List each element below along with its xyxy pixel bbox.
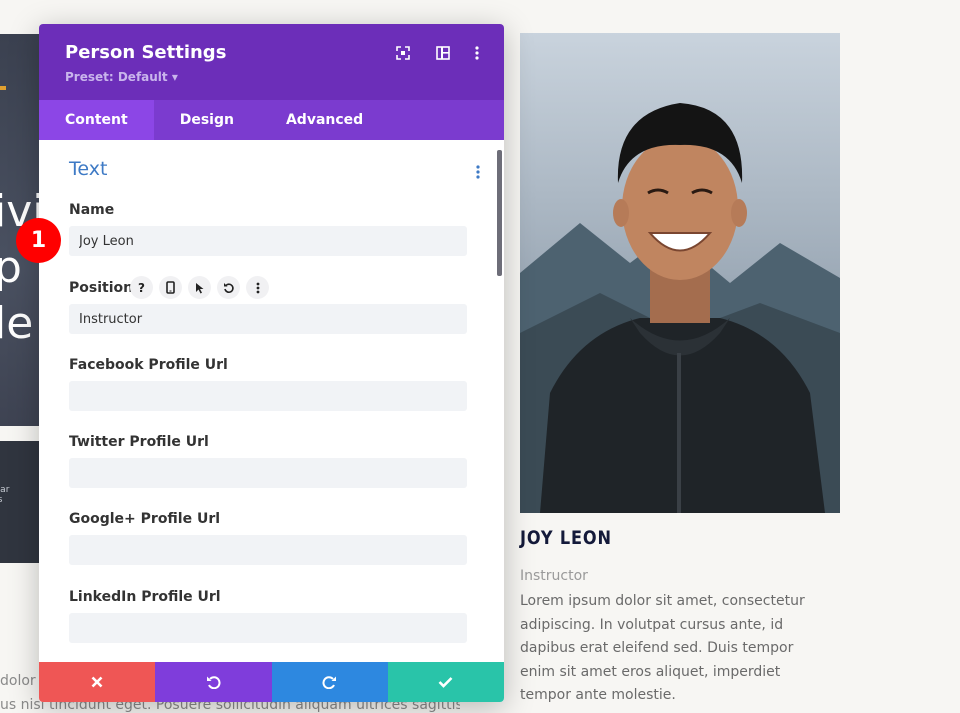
modal-title: Person Settings	[65, 42, 227, 63]
linkedin-url-input[interactable]	[69, 613, 467, 643]
name-label: Name	[69, 202, 115, 218]
person-position-text: Instructor	[520, 568, 588, 584]
step-number-badge: 1	[16, 218, 61, 263]
close-icon	[91, 676, 103, 688]
more-vertical-icon[interactable]	[467, 43, 487, 63]
bar-text-fragment: Bar rs e	[0, 485, 10, 505]
redo-icon	[322, 676, 337, 689]
linkedin-url-label: LinkedIn Profile Url	[69, 589, 221, 605]
more-vertical-icon[interactable]	[246, 276, 269, 299]
settings-tabs: Content Design Advanced	[39, 100, 504, 140]
focus-icon[interactable]	[393, 43, 413, 63]
modal-footer	[39, 662, 504, 702]
undo-icon	[206, 676, 221, 689]
cancel-button[interactable]	[39, 662, 156, 702]
modal-body: Text Name Position ? Facebook Profile Ur…	[39, 140, 504, 662]
section-title-text[interactable]: Text	[69, 158, 107, 180]
name-input[interactable]	[69, 226, 467, 256]
person-name-heading: JOY LEON	[520, 527, 612, 549]
position-field-tools: ?	[130, 276, 269, 299]
facebook-url-input[interactable]	[69, 381, 467, 411]
person-photo	[520, 33, 840, 513]
google-url-input[interactable]	[69, 535, 467, 565]
position-label: Position	[69, 280, 134, 296]
tab-content[interactable]: Content	[39, 100, 154, 140]
person-settings-modal: Person Settings Preset: Default ▾ Conten…	[39, 24, 504, 702]
tab-design[interactable]: Design	[154, 100, 260, 140]
help-icon[interactable]: ?	[130, 276, 153, 299]
position-input[interactable]	[69, 304, 467, 334]
twitter-url-input[interactable]	[69, 458, 467, 488]
hero-accent-mark	[0, 86, 6, 90]
mobile-icon[interactable]	[159, 276, 182, 299]
tab-advanced[interactable]: Advanced	[260, 100, 389, 140]
redo-button[interactable]	[271, 662, 388, 702]
save-button[interactable]	[387, 662, 504, 702]
columns-icon[interactable]	[433, 43, 453, 63]
preset-dropdown[interactable]: Preset: Default ▾	[65, 70, 178, 84]
modal-header: Person Settings Preset: Default ▾	[39, 24, 504, 100]
twitter-url-label: Twitter Profile Url	[69, 434, 209, 450]
undo-button[interactable]	[155, 662, 272, 702]
check-icon	[438, 677, 453, 688]
person-description: Lorem ipsum dolor sit amet, consectetur …	[520, 593, 805, 703]
section-more-icon[interactable]	[476, 164, 480, 183]
reset-icon[interactable]	[217, 276, 240, 299]
scrollbar[interactable]	[497, 150, 502, 276]
google-url-label: Google+ Profile Url	[69, 511, 221, 527]
cursor-icon[interactable]	[188, 276, 211, 299]
facebook-url-label: Facebook Profile Url	[69, 357, 228, 373]
hero-heading-fragment: ivi p le	[0, 186, 42, 349]
background-bar-panel: Bar rs e	[0, 441, 42, 563]
